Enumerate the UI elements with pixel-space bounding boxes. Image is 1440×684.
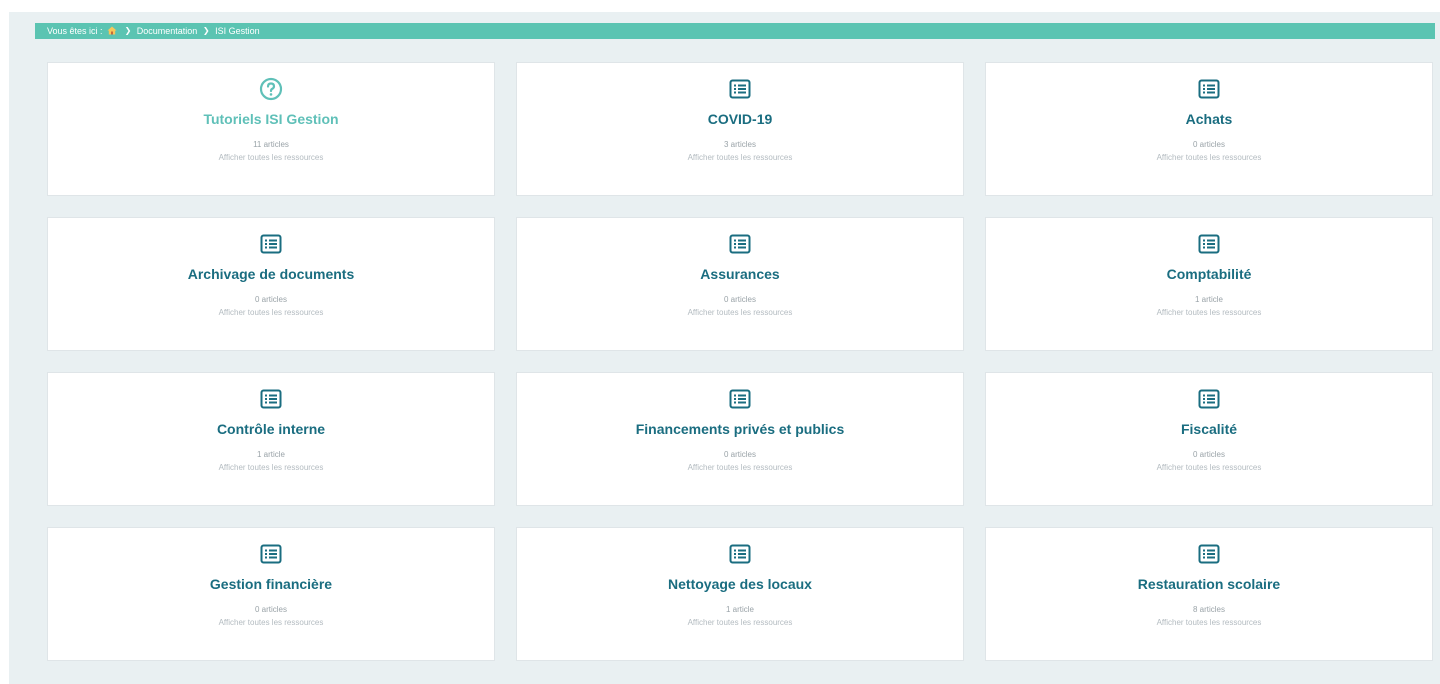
category-title[interactable]: Restauration scolaire <box>1138 576 1280 592</box>
show-all-resources-link[interactable]: Afficher toutes les ressources <box>688 153 793 162</box>
category-title[interactable]: Comptabilité <box>1167 266 1252 282</box>
home-icon[interactable] <box>107 26 117 35</box>
category-article-count: 1 article <box>725 605 754 614</box>
show-all-resources-link[interactable]: Afficher toutes les ressources <box>219 153 324 162</box>
category-title[interactable]: Tutoriels ISI Gestion <box>203 111 338 127</box>
category-card-0[interactable]: Tutoriels ISI Gestion 11 articles Affich… <box>47 62 495 196</box>
show-all-resources-link[interactable]: Afficher toutes les ressources <box>219 618 324 627</box>
show-all-resources-link[interactable]: Afficher toutes les ressources <box>688 618 793 627</box>
chevron-right-icon: ❯ <box>202 26 210 35</box>
show-all-resources-link[interactable]: Afficher toutes les ressources <box>688 308 793 317</box>
category-title[interactable]: Contrôle interne <box>217 421 325 437</box>
chevron-right-icon: ❯ <box>124 26 132 35</box>
list-icon <box>260 389 282 409</box>
list-icon <box>729 544 751 564</box>
show-all-resources-link[interactable]: Afficher toutes les ressources <box>1157 463 1262 472</box>
list-icon <box>1198 544 1220 564</box>
category-title[interactable]: COVID-19 <box>708 111 773 127</box>
category-article-count: 1 article <box>1194 295 1223 304</box>
category-article-count: 0 articles <box>1192 450 1225 459</box>
category-article-count: 8 articles <box>1192 605 1225 614</box>
show-all-resources-link[interactable]: Afficher toutes les ressources <box>688 463 793 472</box>
category-card-1[interactable]: COVID-19 3 articles Afficher toutes les … <box>516 62 964 196</box>
category-article-count: 0 articles <box>723 450 756 459</box>
breadcrumb: Vous êtes ici : ❯ Documentation ❯ ISI Ge… <box>35 23 1435 39</box>
category-article-count: 0 articles <box>254 605 287 614</box>
category-article-count: 0 articles <box>723 295 756 304</box>
breadcrumb-prefix: Vous êtes ici : <box>47 26 103 36</box>
show-all-resources-link[interactable]: Afficher toutes les ressources <box>219 463 324 472</box>
category-card-6[interactable]: Contrôle interne 1 article Afficher tout… <box>47 372 495 506</box>
list-icon <box>260 234 282 254</box>
list-icon <box>729 389 751 409</box>
category-title[interactable]: Financements privés et publics <box>636 421 845 437</box>
category-card-2[interactable]: Achats 0 articles Afficher toutes les re… <box>985 62 1433 196</box>
show-all-resources-link[interactable]: Afficher toutes les ressources <box>1157 308 1262 317</box>
category-card-10[interactable]: Nettoyage des locaux 1 article Afficher … <box>516 527 964 661</box>
category-title[interactable]: Fiscalité <box>1181 421 1237 437</box>
category-card-8[interactable]: Fiscalité 0 articles Afficher toutes les… <box>985 372 1433 506</box>
category-card-4[interactable]: Assurances 0 articles Afficher toutes le… <box>516 217 964 351</box>
category-grid: Tutoriels ISI Gestion 11 articles Affich… <box>47 62 1433 661</box>
category-article-count: 0 articles <box>1192 140 1225 149</box>
show-all-resources-link[interactable]: Afficher toutes les ressources <box>219 308 324 317</box>
category-card-11[interactable]: Restauration scolaire 8 articles Affiche… <box>985 527 1433 661</box>
show-all-resources-link[interactable]: Afficher toutes les ressources <box>1157 153 1262 162</box>
category-title[interactable]: Nettoyage des locaux <box>668 576 812 592</box>
list-icon <box>1198 79 1220 99</box>
category-card-7[interactable]: Financements privés et publics 0 article… <box>516 372 964 506</box>
category-card-3[interactable]: Archivage de documents 0 articles Affich… <box>47 217 495 351</box>
category-article-count: 11 articles <box>253 140 289 149</box>
category-title[interactable]: Gestion financière <box>210 576 332 592</box>
category-article-count: 1 article <box>256 450 285 459</box>
list-icon <box>1198 234 1220 254</box>
category-title[interactable]: Assurances <box>700 266 779 282</box>
list-icon <box>729 79 751 99</box>
list-icon <box>1198 389 1220 409</box>
breadcrumb-item-documentation[interactable]: Documentation <box>137 23 198 39</box>
category-title[interactable]: Archivage de documents <box>188 266 355 282</box>
category-article-count: 0 articles <box>254 295 287 304</box>
list-icon <box>260 544 282 564</box>
category-card-9[interactable]: Gestion financière 0 articles Afficher t… <box>47 527 495 661</box>
breadcrumb-item-current: ISI Gestion <box>215 26 260 36</box>
category-title[interactable]: Achats <box>1186 111 1233 127</box>
category-card-5[interactable]: Comptabilité 1 article Afficher toutes l… <box>985 217 1433 351</box>
question-circle-icon <box>259 77 283 101</box>
category-article-count: 3 articles <box>723 140 756 149</box>
list-icon <box>729 234 751 254</box>
show-all-resources-link[interactable]: Afficher toutes les ressources <box>1157 618 1262 627</box>
